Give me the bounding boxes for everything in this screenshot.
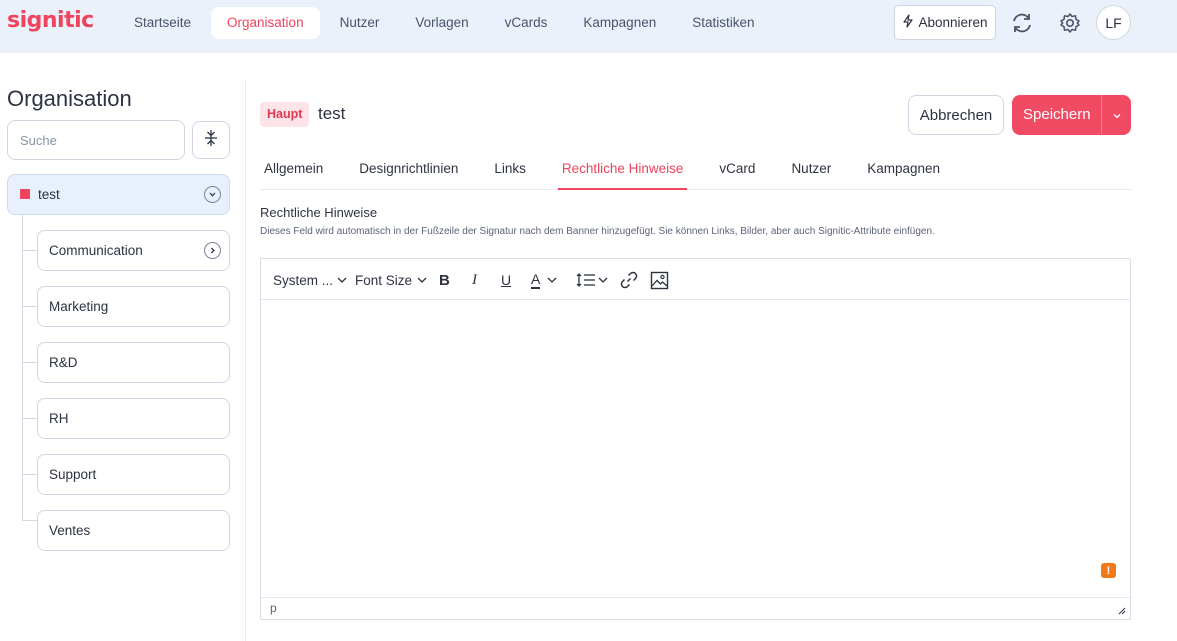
chevron-down-icon — [337, 277, 347, 283]
top-navigation-bar: signitic Startseite Organisation Nutzer … — [0, 0, 1177, 53]
font-family-value: System ... — [273, 272, 334, 288]
tab-rechtliche-hinweise[interactable]: Rechtliche Hinweise — [557, 155, 688, 190]
tree-branch-line — [22, 418, 37, 419]
italic-button[interactable]: I — [472, 270, 477, 290]
line-height-icon — [576, 273, 595, 287]
line-height-button[interactable] — [576, 270, 609, 290]
underline-button[interactable]: U — [501, 270, 511, 290]
save-button[interactable]: Speichern — [1023, 106, 1091, 123]
nav-vcards[interactable]: vCards — [489, 7, 564, 39]
tree-branch-line — [22, 520, 37, 521]
collapse-all-button[interactable] — [192, 121, 230, 159]
section-title: Rechtliche Hinweise — [260, 205, 378, 220]
chevron-down-icon — [547, 277, 557, 283]
tab-links[interactable]: Links — [490, 155, 530, 190]
font-size-value: Font Size — [355, 272, 413, 288]
tree-item-label: RH — [49, 411, 69, 426]
chevron-down-icon — [598, 277, 608, 283]
tree-item-ventes[interactable]: Ventes — [37, 510, 230, 551]
tree-item-label: R&D — [49, 355, 78, 370]
tree-item-support[interactable]: Support — [37, 454, 230, 495]
tree-item-rnd[interactable]: R&D — [37, 342, 230, 383]
link-icon[interactable] — [619, 270, 639, 290]
chevron-right-icon[interactable] — [204, 242, 221, 259]
nav-vorlagen[interactable]: Vorlagen — [399, 7, 484, 39]
tree-item-label: Communication — [49, 243, 143, 258]
tab-vcard[interactable]: vCard — [715, 155, 759, 190]
avatar[interactable]: LF — [1096, 5, 1131, 40]
tree-branch-line — [22, 474, 37, 475]
tab-allgemein[interactable]: Allgemein — [260, 155, 327, 190]
sync-icon[interactable] — [1007, 8, 1037, 38]
tree-root-node[interactable]: test — [7, 174, 230, 215]
chevron-down-icon — [417, 277, 427, 283]
text-color-button[interactable]: A — [531, 270, 558, 290]
tree-branch-line — [22, 362, 37, 363]
nav-organisation[interactable]: Organisation — [211, 7, 320, 39]
tab-nutzer[interactable]: Nutzer — [787, 155, 835, 190]
subscribe-button[interactable]: Abonnieren — [894, 5, 996, 40]
sidebar-title: Organisation — [7, 86, 132, 111]
image-icon[interactable] — [650, 270, 669, 290]
search-input[interactable] — [7, 120, 185, 160]
collapse-all-icon — [203, 129, 219, 152]
tree-item-label: Ventes — [49, 523, 91, 538]
tree-item-communication[interactable]: Communication — [37, 230, 230, 271]
warning-icon[interactable]: ! — [1101, 563, 1116, 578]
cancel-button[interactable]: Abbrechen — [908, 95, 1004, 135]
tree-item-rh[interactable]: RH — [37, 398, 230, 439]
main-badge: Haupt — [260, 102, 310, 127]
tree-branch-line — [22, 306, 37, 307]
chevron-down-icon[interactable] — [204, 186, 221, 203]
tab-kampagnen[interactable]: Kampagnen — [863, 155, 944, 190]
lightning-icon — [902, 14, 914, 31]
org-name: test — [318, 104, 346, 123]
sidebar-divider — [245, 80, 246, 641]
tree-item-marketing[interactable]: Marketing — [37, 286, 230, 327]
element-path[interactable]: p — [270, 601, 277, 615]
main-nav: Startseite Organisation Nutzer Vorlagen … — [118, 7, 775, 39]
editor-toolbar: System ... Font Size B I U A — [261, 259, 1130, 300]
nav-nutzer[interactable]: Nutzer — [324, 7, 396, 39]
font-size-select[interactable]: Font Size — [355, 270, 428, 290]
bold-button[interactable]: B — [439, 270, 450, 290]
text-color-letter: A — [531, 270, 541, 289]
section-description: Dieses Feld wird automatisch in der Fußz… — [260, 226, 935, 237]
signitic-logo[interactable]: signitic — [7, 8, 94, 33]
resize-handle-icon[interactable] — [1118, 607, 1126, 615]
rich-text-editor[interactable]: System ... Font Size B I U A ! p — [260, 258, 1131, 620]
save-button-group: Speichern — [1012, 95, 1131, 135]
font-family-select[interactable]: System ... — [273, 270, 348, 290]
nav-kampagnen[interactable]: Kampagnen — [567, 7, 672, 39]
tab-bar: Allgemein Designrichtlinien Links Rechtl… — [260, 155, 1131, 190]
chevron-down-icon — [1112, 107, 1122, 124]
gear-icon[interactable] — [1055, 8, 1085, 38]
tree-branch-line — [22, 250, 37, 251]
tree-item-label: Marketing — [49, 299, 109, 314]
subscribe-label: Abonnieren — [918, 15, 988, 30]
nav-statistiken[interactable]: Statistiken — [676, 7, 770, 39]
tree-root-label: test — [38, 187, 60, 202]
tree-item-label: Support — [49, 467, 97, 482]
editor-status-bar: p — [261, 597, 1130, 619]
tab-designrichtlinien[interactable]: Designrichtlinien — [355, 155, 462, 190]
org-color-square — [20, 189, 30, 199]
save-options-button[interactable] — [1102, 95, 1131, 135]
nav-startseite[interactable]: Startseite — [118, 7, 207, 39]
